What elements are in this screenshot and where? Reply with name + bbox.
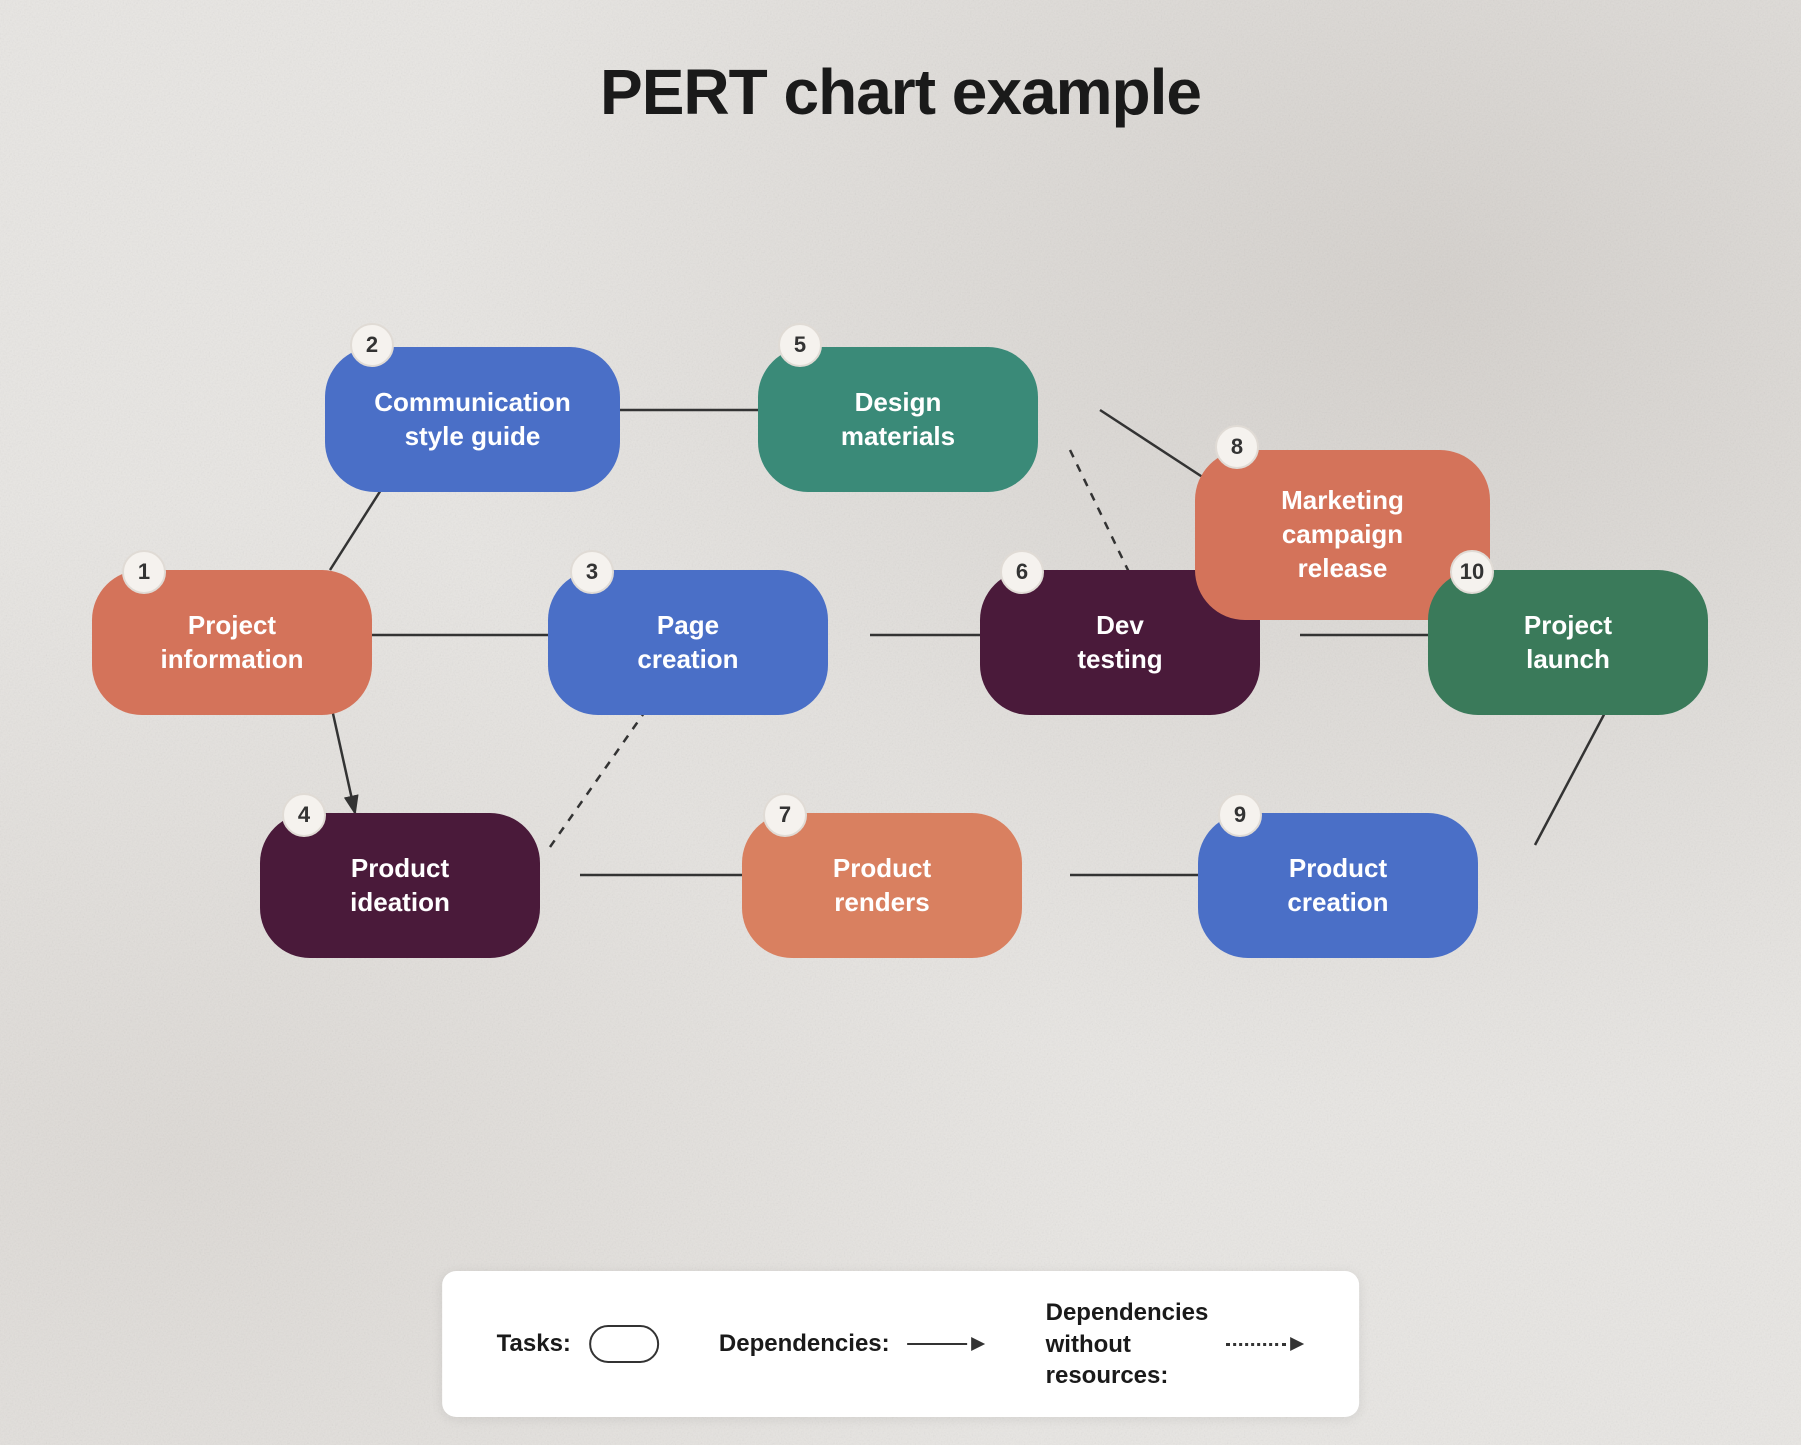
legend-dep-arrowhead xyxy=(972,1337,986,1351)
page-title: PERT chart example xyxy=(0,0,1801,129)
legend-no-res-line xyxy=(1226,1343,1286,1346)
legend-dependencies-label: Dependencies: xyxy=(719,1330,890,1358)
badge-9: 9 xyxy=(1218,793,1262,837)
badge-7: 7 xyxy=(763,793,807,837)
badge-6: 6 xyxy=(1000,550,1044,594)
legend-no-res-arrowhead xyxy=(1290,1337,1304,1351)
legend-dependencies: Dependencies: xyxy=(719,1330,986,1358)
badge-8: 8 xyxy=(1215,425,1259,469)
node-5: Design materials xyxy=(758,347,1038,492)
badge-1: 1 xyxy=(122,550,166,594)
legend: Tasks: Dependencies: Dependencies withou… xyxy=(442,1271,1360,1417)
page-content: PERT chart example xyxy=(0,0,1801,1445)
badge-10: 10 xyxy=(1450,550,1494,594)
legend-tasks-label: Tasks: xyxy=(497,1330,571,1358)
badge-2: 2 xyxy=(350,323,394,367)
legend-dep-arrow xyxy=(908,1337,986,1351)
pert-chart: 1 Project information 2 Communication st… xyxy=(60,155,1741,1265)
legend-dep-line xyxy=(908,1343,968,1346)
legend-dependencies-no-resources: Dependencies without resources: xyxy=(1046,1297,1305,1391)
badge-4: 4 xyxy=(282,793,326,837)
legend-tasks: Tasks: xyxy=(497,1325,659,1363)
badge-5: 5 xyxy=(778,323,822,367)
badge-3: 3 xyxy=(570,550,614,594)
legend-task-shape xyxy=(589,1325,659,1363)
legend-no-resources-label: Dependencies without resources: xyxy=(1046,1297,1209,1391)
node-2: Communication style guide xyxy=(325,347,620,492)
legend-no-res-arrow xyxy=(1226,1337,1304,1351)
